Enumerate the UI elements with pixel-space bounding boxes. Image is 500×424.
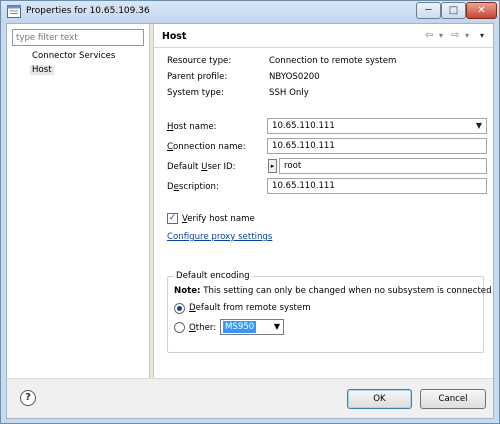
default-user-id-label: Default User ID: bbox=[167, 162, 236, 172]
ok-button[interactable]: OK bbox=[347, 389, 412, 409]
chevron-down-icon[interactable]: ▼ bbox=[274, 322, 280, 331]
default-from-remote-radio[interactable] bbox=[174, 303, 185, 314]
page-title: Host bbox=[162, 31, 187, 42]
default-from-remote-label: Default from remote system bbox=[189, 303, 311, 313]
configure-proxy-link[interactable]: Configure proxy settings bbox=[167, 232, 272, 242]
description-label: Description: bbox=[167, 182, 219, 192]
app-icon bbox=[7, 5, 21, 18]
encoding-note: Note: This setting can only be changed w… bbox=[174, 286, 492, 296]
minimize-button[interactable]: ─ bbox=[416, 2, 441, 19]
default-encoding-group: Default encoding Note: This setting can … bbox=[167, 271, 492, 353]
encoding-select[interactable]: MS950 ▼ bbox=[220, 319, 284, 335]
button-bar: ? OK Cancel bbox=[7, 378, 493, 418]
tree-item-host[interactable]: Host bbox=[30, 65, 54, 75]
other-encoding-radio[interactable] bbox=[174, 322, 185, 333]
back-arrow-icon[interactable]: ⇦ bbox=[425, 31, 433, 41]
help-icon[interactable]: ? bbox=[20, 390, 36, 406]
chevron-down-icon[interactable]: ▼ bbox=[476, 121, 482, 130]
system-type-label: System type: bbox=[167, 88, 224, 98]
verify-host-checkbox[interactable]: ✓ bbox=[167, 213, 178, 224]
close-button[interactable]: ✕ bbox=[466, 2, 497, 19]
parent-profile-label: Parent profile: bbox=[167, 72, 228, 82]
description-field[interactable]: 10.65.110.111 bbox=[267, 178, 487, 194]
maximize-button[interactable]: □ bbox=[441, 2, 466, 19]
filter-box[interactable] bbox=[12, 29, 144, 46]
filter-input[interactable] bbox=[13, 30, 143, 45]
forward-dropdown-icon[interactable]: ▾ bbox=[465, 31, 469, 41]
encoding-select-value: MS950 bbox=[223, 321, 257, 333]
forward-arrow-icon[interactable]: ⇨ bbox=[451, 31, 459, 41]
title-bar[interactable]: Properties for 10.65.109.36 ─ □ ✕ bbox=[1, 1, 499, 23]
host-name-value: 10.65.110.111 bbox=[272, 121, 335, 131]
other-encoding-label: Other: bbox=[189, 323, 217, 333]
resource-type-value: Connection to remote system bbox=[269, 56, 397, 66]
resource-type-label: Resource type: bbox=[167, 56, 232, 66]
dialog-client: Connector Services Host Host ⇦ ▾ ⇨ ▾ ▾ R… bbox=[6, 23, 494, 419]
parent-profile-value: NBYOS0200 bbox=[269, 72, 320, 82]
host-name-combo[interactable]: 10.65.110.111 ▼ bbox=[267, 118, 487, 134]
back-dropdown-icon[interactable]: ▾ bbox=[439, 31, 443, 41]
host-name-label: Host name: bbox=[167, 122, 217, 132]
default-user-id-field[interactable]: root bbox=[279, 158, 487, 174]
verify-host-label: Verify host name bbox=[182, 214, 255, 224]
tree-item-connector-services[interactable]: Connector Services bbox=[32, 51, 115, 61]
system-type-value: SSH Only bbox=[269, 88, 309, 98]
page-header: Host ⇦ ▾ ⇨ ▾ ▾ bbox=[154, 24, 493, 48]
user-id-inherit-button[interactable]: ▸ bbox=[268, 159, 277, 173]
connection-name-label: Connection name: bbox=[167, 142, 246, 152]
connection-name-field[interactable]: 10.65.110.111 bbox=[267, 138, 487, 154]
cancel-button[interactable]: Cancel bbox=[420, 389, 486, 409]
properties-dialog: Properties for 10.65.109.36 ─ □ ✕ Connec… bbox=[0, 0, 500, 424]
host-page: Host ⇦ ▾ ⇨ ▾ ▾ Resource type: Connection… bbox=[154, 24, 493, 378]
view-menu-icon[interactable]: ▾ bbox=[480, 31, 484, 41]
default-encoding-title: Default encoding bbox=[174, 271, 252, 281]
window-title: Properties for 10.65.109.36 bbox=[26, 6, 150, 16]
